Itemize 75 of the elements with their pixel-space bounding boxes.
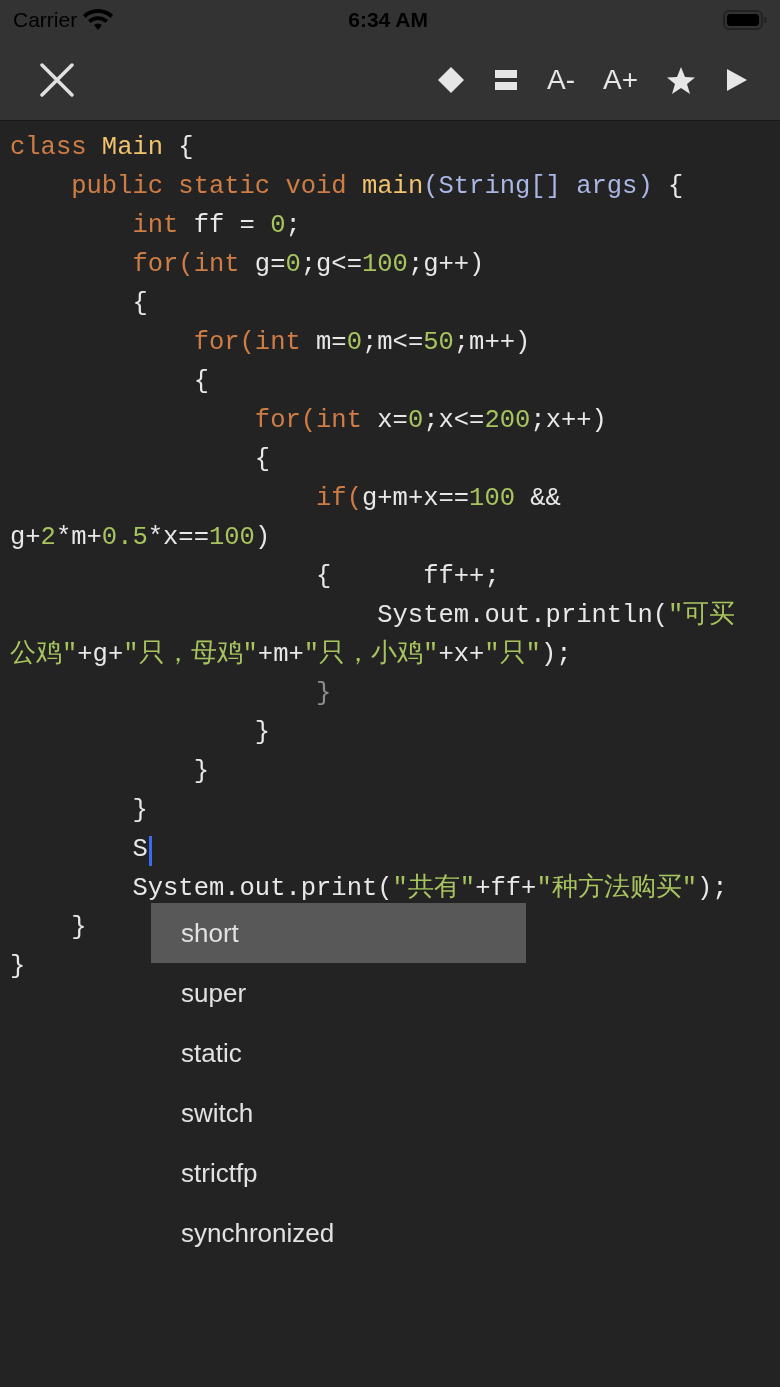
code-text: ff =: [193, 210, 256, 243]
code-text: }: [192, 756, 209, 789]
code-text: if(: [315, 483, 362, 516]
code-text: class: [10, 132, 88, 165]
code-text: "共有": [392, 872, 476, 906]
code-text: ;m++): [453, 327, 531, 360]
code-text: Main: [101, 132, 164, 165]
code-text: {: [177, 132, 194, 165]
code-text: &&: [529, 483, 561, 516]
code-text: 100: [209, 522, 255, 555]
code-text: (String[] args): [423, 171, 653, 204]
code-text: +g+: [77, 639, 124, 672]
code-text: ;g<=: [300, 249, 362, 282]
wifi-icon: [83, 9, 114, 31]
code-text: 0: [407, 405, 424, 438]
close-button[interactable]: [38, 61, 76, 99]
code-text: "只，母鸡": [123, 639, 258, 672]
code-text: 0: [346, 327, 362, 360]
code-text: main: [361, 171, 424, 204]
code-text: System.out.println(: [376, 600, 668, 633]
code-text: }: [70, 912, 87, 945]
code-text: {: [253, 444, 271, 477]
code-text: );: [697, 873, 728, 906]
code-text: 公鸡": [10, 639, 78, 672]
code-text: System.out.print(: [131, 873, 393, 906]
code-text: 0: [270, 210, 286, 243]
code-text: ;m<=: [362, 327, 424, 360]
code-text: for(int: [253, 405, 363, 438]
code-text: for(int: [131, 249, 241, 282]
code-text: g=: [254, 249, 286, 282]
code-text: m=: [316, 327, 347, 360]
code-text: "只": [484, 639, 541, 672]
close-icon: [40, 63, 74, 97]
code-text: ): [254, 522, 271, 555]
diamond-icon: [436, 66, 465, 94]
code-text: 100: [469, 483, 515, 516]
font-size-button[interactable]: A-: [542, 60, 579, 100]
code-text: }: [315, 678, 332, 711]
code-text: g+: [10, 522, 41, 555]
code-text: int: [131, 210, 180, 243]
code-text: );: [540, 639, 572, 672]
code-text: ;: [285, 210, 301, 243]
code-text: 2: [40, 522, 56, 555]
code-text: ;x<=: [423, 405, 485, 438]
code-text: 50: [423, 327, 454, 360]
code-text: 0: [285, 249, 301, 282]
code-text: { ff++;: [315, 561, 500, 594]
code-text: 200: [484, 405, 531, 438]
code-text: ;g++): [407, 249, 485, 282]
code-text: +m+: [257, 639, 304, 672]
code-text: x=: [377, 405, 408, 438]
code-text: }: [131, 795, 148, 828]
suggestion-item[interactable]: short: [151, 903, 526, 963]
code-text: {: [131, 288, 148, 321]
code-text: "可买: [668, 600, 736, 633]
code-text: 0.5: [101, 522, 148, 555]
code-text: public static void: [70, 171, 348, 204]
star-icon: [666, 66, 696, 94]
code-text: }: [253, 717, 271, 750]
code-text: {: [192, 366, 209, 399]
code-text: 100: [362, 249, 408, 282]
code-text: *m+: [55, 522, 102, 555]
code-text: "种方法购买": [536, 872, 697, 906]
code-text: +x+: [438, 639, 485, 672]
code-text: }: [10, 951, 26, 984]
code-text: ;x++): [530, 405, 607, 438]
code-text: *x==: [147, 522, 209, 555]
code-text: {: [667, 171, 684, 204]
code-text: "只，小鸡": [303, 638, 439, 672]
code-text: +ff+: [475, 873, 537, 906]
code-text: g+m+x==: [361, 483, 470, 516]
font-size-button[interactable]: A+: [598, 60, 642, 100]
code-text: S: [131, 834, 148, 867]
battery-icon: [723, 9, 767, 31]
code-text: for(int: [192, 327, 302, 360]
